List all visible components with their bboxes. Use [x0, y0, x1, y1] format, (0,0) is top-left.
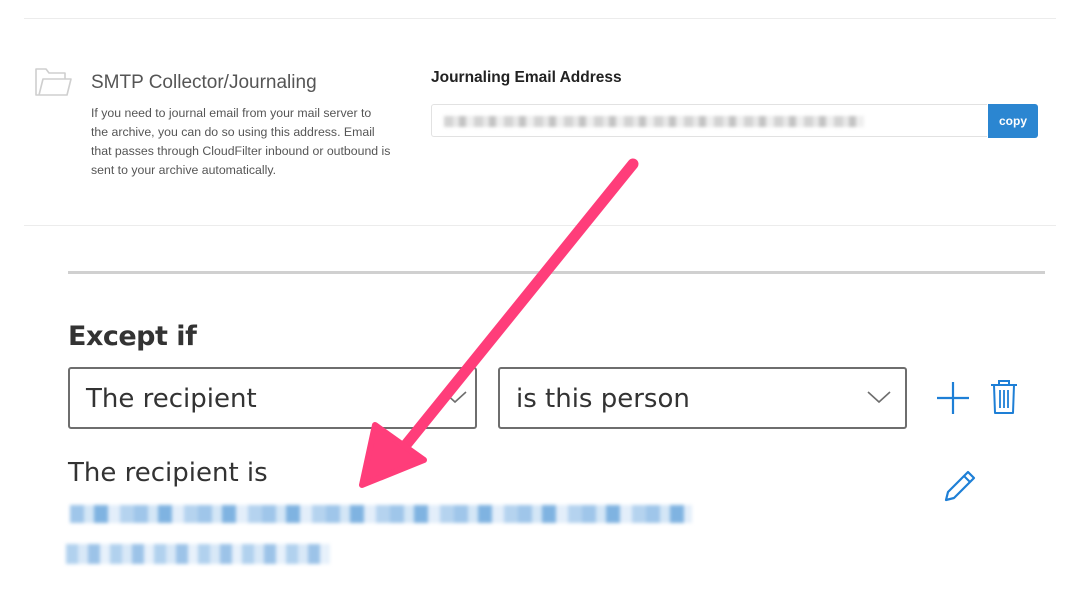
recipient-heading: The recipient is [68, 458, 268, 488]
condition-operator-value: is this person [516, 384, 690, 414]
condition-operator-select[interactable]: is this person [498, 367, 907, 429]
top-divider [24, 18, 1056, 19]
smtp-section-title: SMTP Collector/Journaling [91, 72, 317, 93]
section-divider [24, 225, 1056, 226]
except-if-heading: Except if [68, 321, 197, 352]
condition-field-select[interactable]: The recipient [68, 367, 477, 429]
trash-icon[interactable] [990, 380, 1018, 414]
journaling-email-label: Journaling Email Address [431, 69, 622, 86]
rule-divider [68, 271, 1045, 274]
smtp-section-description: If you need to journal email from your m… [91, 106, 391, 177]
recipient-address-line[interactable] [70, 505, 692, 523]
chevron-down-icon [867, 391, 891, 404]
copy-button[interactable]: copy [988, 104, 1038, 138]
condition-field-value: The recipient [86, 384, 257, 414]
recipient-address-line[interactable] [66, 544, 330, 564]
journaling-email-field[interactable] [431, 104, 987, 137]
pencil-icon[interactable] [942, 468, 978, 504]
plus-icon[interactable] [936, 381, 970, 415]
chevron-down-icon [443, 391, 467, 404]
redacted-email-value [444, 116, 864, 127]
folder-icon [35, 68, 72, 96]
